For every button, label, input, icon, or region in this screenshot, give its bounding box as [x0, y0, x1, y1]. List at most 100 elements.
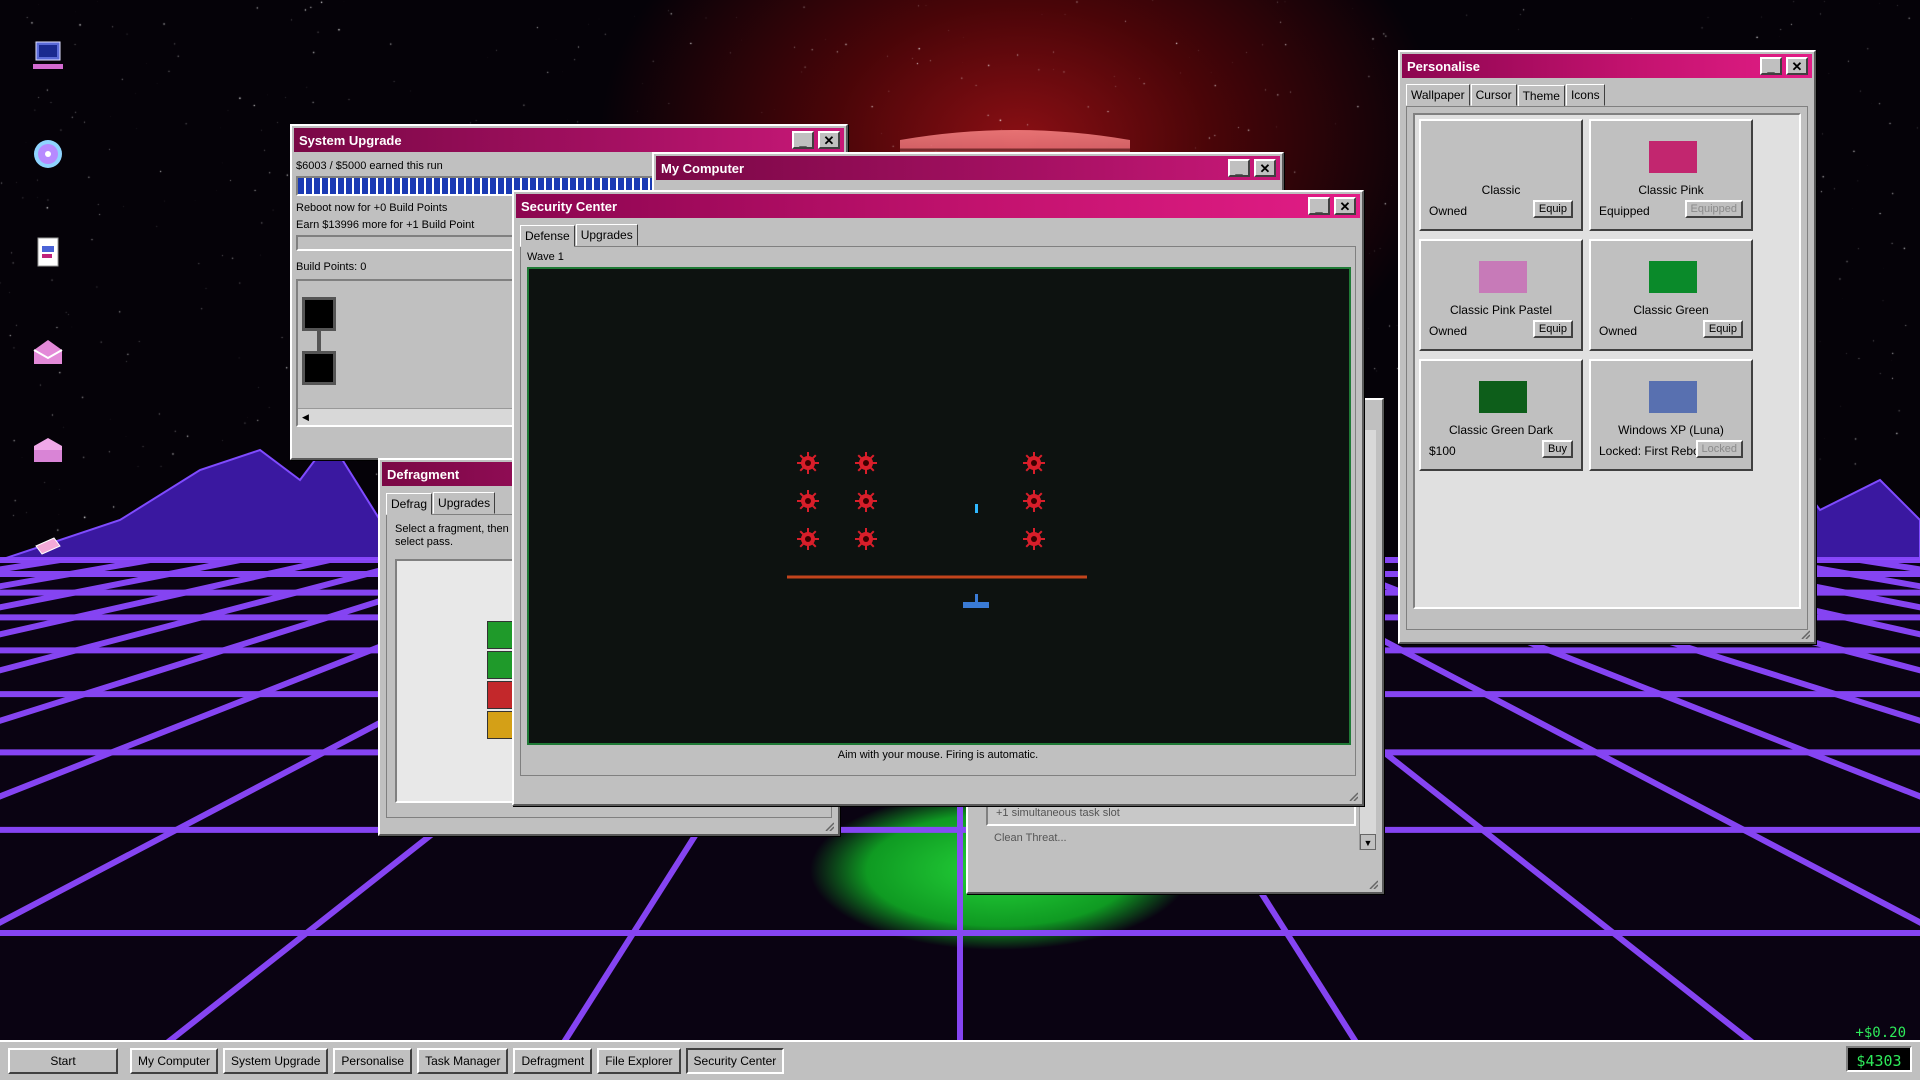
theme-card[interactable]: Windows XP (Luna) Locked: First Reboot Loc… — [1589, 359, 1753, 471]
theme-card[interactable]: Classic Green Dark $100 Buy — [1419, 359, 1583, 471]
upgrade-tree-panel[interactable]: ◀ — [296, 279, 516, 427]
taskbar-item-defragment[interactable]: Defragment — [513, 1048, 593, 1074]
fragment-block[interactable] — [487, 651, 515, 679]
theme-card[interactable]: Classic Green Owned Equip — [1589, 239, 1753, 351]
window-title: System Upgrade — [299, 132, 402, 148]
tab-theme[interactable]: Theme — [1517, 85, 1565, 107]
fragment-block[interactable] — [487, 621, 515, 649]
desktop-icon-computer[interactable] — [28, 36, 68, 76]
minimize-button[interactable]: _ — [1760, 57, 1782, 75]
taskbar-item-system-upgrade[interactable]: System Upgrade — [223, 1048, 329, 1074]
resize-grip-icon[interactable] — [1348, 791, 1358, 801]
build-point-progress-bar — [296, 235, 516, 251]
theme-name: Classic — [1481, 183, 1521, 197]
virus-enemy — [855, 528, 877, 550]
task-list-panel[interactable]: +1 simultaneous task slot Clean Threat..… — [986, 800, 1356, 860]
theme-swatch — [1479, 261, 1527, 293]
player-turret-barrel — [975, 594, 978, 602]
tab-cursor[interactable]: Cursor — [1470, 84, 1517, 106]
window-title: Defragment — [387, 466, 460, 482]
upgrade-node[interactable] — [302, 351, 336, 385]
my-computer-titlebar[interactable]: My Computer _ ✕ — [656, 156, 1280, 180]
virus-enemy — [855, 490, 877, 512]
theme-card[interactable]: Classic Pink Pastel Owned Equip — [1419, 239, 1583, 351]
upgrade-node[interactable] — [302, 297, 336, 331]
close-button[interactable]: ✕ — [1334, 197, 1356, 215]
theme-action-button: Locked — [1695, 440, 1743, 458]
wave-label: Wave 1 — [527, 251, 564, 263]
security-center-window[interactable]: Security Center _ ✕ Defense Upgrades Wav… — [512, 190, 1364, 806]
window-title: Personalise — [1407, 58, 1480, 74]
desktop-icon-mail[interactable] — [28, 332, 68, 372]
resize-grip-icon[interactable] — [824, 821, 834, 831]
window-title: My Computer — [661, 160, 745, 176]
start-button[interactable]: Start — [8, 1048, 118, 1074]
taskbar: Start My Computer System Upgrade Persona… — [0, 1040, 1920, 1080]
theme-card[interactable]: Classic Owned Equip — [1419, 119, 1583, 231]
taskbar-item-security-center[interactable]: Security Center — [685, 1048, 785, 1074]
theme-action-button[interactable]: Equip — [1702, 320, 1743, 338]
disc-icon — [34, 140, 62, 168]
minimize-button[interactable]: _ — [1228, 159, 1250, 177]
theme-swatch — [1479, 381, 1527, 413]
system-upgrade-titlebar[interactable]: System Upgrade _ ✕ — [294, 128, 844, 152]
fragment-block[interactable] — [487, 681, 515, 709]
virus-enemy — [797, 452, 819, 474]
theme-name: Windows XP (Luna) — [1618, 423, 1724, 437]
tab-icons[interactable]: Icons — [1565, 84, 1605, 106]
computer-icon — [33, 41, 63, 69]
theme-name: Classic Green — [1633, 303, 1709, 317]
fragment-block[interactable] — [487, 711, 515, 739]
taskbar-item-task-manager[interactable]: Task Manager — [417, 1048, 509, 1074]
desktop-icon-disc[interactable] — [28, 134, 68, 174]
close-button[interactable]: ✕ — [818, 131, 840, 149]
resize-grip-icon[interactable] — [1368, 879, 1378, 889]
player-bullet — [975, 504, 978, 513]
theme-action-button[interactable]: Buy — [1542, 440, 1573, 458]
close-button[interactable]: ✕ — [1786, 57, 1808, 75]
game-background — [527, 267, 1351, 745]
desktop-icon-file-explorer[interactable] — [28, 232, 68, 272]
scroll-down-arrow-icon[interactable]: ▼ — [1360, 834, 1376, 850]
defrag-instructions: Select a fragment, then select pass. — [395, 523, 509, 548]
tab-wallpaper[interactable]: Wallpaper — [1406, 84, 1470, 106]
eraser-icon — [35, 537, 61, 555]
minimize-button[interactable]: _ — [792, 131, 814, 149]
horizontal-scrollbar[interactable]: ◀ — [298, 408, 514, 425]
tab-defrag[interactable]: Defrag — [386, 493, 433, 515]
tab-defense[interactable]: Defense — [520, 225, 575, 247]
personalise-window[interactable]: Personalise _ ✕ Wallpaper Cursor Theme I… — [1398, 50, 1816, 644]
defrag-disk-panel[interactable] — [395, 559, 525, 803]
income-rate: +$0.20 — [1855, 1025, 1906, 1041]
virus-enemy — [1023, 452, 1045, 474]
theme-name: Classic Pink Pastel — [1449, 303, 1553, 317]
defense-game-canvas[interactable] — [527, 267, 1351, 745]
theme-swatch — [1479, 141, 1527, 173]
theme-status: Owned — [1599, 324, 1638, 338]
tab-upgrades[interactable]: Upgrades — [433, 492, 496, 514]
taskbar-item-file-explorer[interactable]: File Explorer — [597, 1048, 681, 1074]
personalise-titlebar[interactable]: Personalise _ ✕ — [1402, 54, 1812, 78]
desktop-icon-folder[interactable] — [28, 430, 68, 470]
theme-action-button[interactable]: Equip — [1532, 200, 1573, 218]
minimize-button[interactable]: _ — [1308, 197, 1330, 215]
theme-card[interactable]: Classic Pink Equipped Equipped — [1589, 119, 1753, 231]
security-center-titlebar[interactable]: Security Center _ ✕ — [516, 194, 1360, 218]
taskbar-item-personalise[interactable]: Personalise — [333, 1048, 413, 1074]
virus-enemy — [855, 452, 877, 474]
tab-upgrades[interactable]: Upgrades — [575, 224, 638, 246]
close-button[interactable]: ✕ — [1254, 159, 1276, 177]
theme-status: $100 — [1429, 444, 1456, 458]
desktop-icon-eraser[interactable] — [28, 526, 68, 566]
taskbar-item-my-computer[interactable]: My Computer — [130, 1048, 219, 1074]
resize-grip-icon[interactable] — [1800, 629, 1810, 639]
theme-swatch — [1649, 141, 1697, 173]
scroll-left-arrow-icon[interactable]: ◀ — [302, 412, 309, 422]
player-turret-base — [963, 602, 989, 608]
task-upgrade-row[interactable]: Clean Threat... — [986, 832, 1356, 848]
virus-enemy — [1023, 528, 1045, 550]
theme-grid-panel[interactable]: Classic Owned Equip Classic Pink Equipped Equ… — [1413, 113, 1801, 609]
file-explorer-icon — [37, 237, 59, 267]
money-balance: $4303 — [1846, 1046, 1912, 1072]
theme-action-button[interactable]: Equip — [1532, 320, 1573, 338]
